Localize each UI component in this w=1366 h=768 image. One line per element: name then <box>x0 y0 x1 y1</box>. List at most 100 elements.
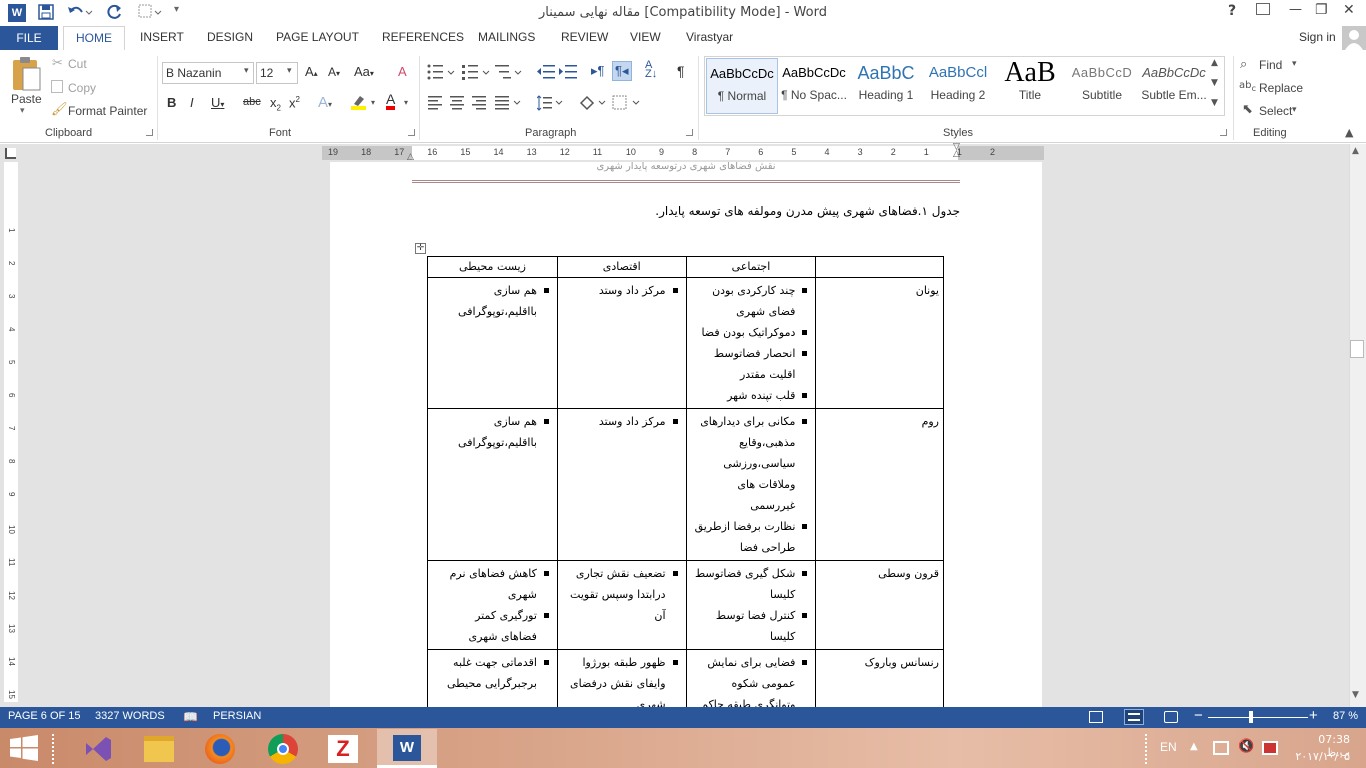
style-subtitle[interactable]: AaBbCcD Subtitle <box>1066 58 1138 114</box>
tab-references[interactable]: REFERENCES <box>382 30 464 44</box>
period-cell[interactable]: رنسانس وباروک <box>815 649 944 707</box>
clipboard-launcher-icon[interactable] <box>146 129 153 136</box>
economic-cell[interactable]: مرکز داد وستد <box>556 277 687 409</box>
style-heading-2[interactable]: AaBbCcl Heading 2 <box>922 58 994 114</box>
highlight-dropdown-icon[interactable]: ▾ <box>371 98 375 107</box>
ltr-direction-icon[interactable]: ▸¶ <box>591 63 605 79</box>
language-indicator[interactable]: PERSIAN <box>213 710 261 722</box>
shading-icon[interactable] <box>578 95 608 111</box>
tab-insert[interactable]: INSERT <box>140 30 184 44</box>
borders-icon[interactable] <box>612 95 642 111</box>
scroll-up-icon[interactable]: ▲ <box>1352 146 1359 156</box>
select-icon[interactable]: ⬉ <box>1242 102 1253 117</box>
environmental-cell[interactable]: هم سازی بااقلیم،توپوگرافی <box>427 408 558 561</box>
social-cell[interactable]: فضایی برای نمایش عمومی شکوه وتوانگری طبقه … <box>685 649 817 707</box>
italic-icon[interactable]: I <box>190 95 194 110</box>
paste-button[interactable]: Paste <box>11 92 42 106</box>
subscript-icon[interactable]: x2 <box>270 95 281 113</box>
close-button[interactable]: ✕ <box>1343 2 1355 18</box>
paragraph-launcher-icon[interactable] <box>686 129 693 136</box>
volume-muted-icon[interactable]: 🔇 <box>1238 739 1254 754</box>
find-icon[interactable]: ⌕ <box>1240 57 1247 72</box>
zoom-slider-thumb[interactable] <box>1248 711 1253 723</box>
styles-more-icon[interactable]: ▼ <box>1211 98 1218 108</box>
style-subtle-emphasis[interactable]: AaBbCcDc Subtle Em... <box>1138 58 1210 114</box>
restore-button[interactable]: ❐ <box>1315 2 1328 18</box>
redo-icon[interactable] <box>107 4 123 20</box>
numbering-icon[interactable] <box>462 64 490 80</box>
clear-formatting-icon[interactable]: A <box>398 64 407 79</box>
economic-cell[interactable]: تضعیف نقش تجاری درابتدا وسپس تقویت آن <box>556 560 687 650</box>
font-color-dropdown-icon[interactable]: ▾ <box>404 98 408 107</box>
align-right-icon[interactable] <box>472 96 488 110</box>
web-layout-icon[interactable] <box>1164 711 1178 723</box>
zoom-in-icon[interactable]: + <box>1309 707 1318 724</box>
customize-qat-icon[interactable]: ▾ <box>174 4 179 15</box>
find-button[interactable]: Find <box>1259 58 1282 72</box>
text-effects-icon[interactable]: A▾ <box>318 94 332 111</box>
tab-page-layout[interactable]: PAGE LAYOUT <box>276 30 359 44</box>
paste-icon[interactable] <box>10 56 42 92</box>
increase-indent-icon[interactable] <box>559 64 577 80</box>
file-explorer-icon[interactable] <box>144 736 174 762</box>
style-no-spacing[interactable]: AaBbCcDc ¶ No Spac... <box>778 58 850 114</box>
social-cell[interactable]: چند کارکردی بودن فضای شهری دموکراتیک بودن … <box>685 277 817 409</box>
economic-cell[interactable]: مرکز داد وستد <box>556 408 687 561</box>
format-painter-icon[interactable]: 🖌 <box>51 102 68 117</box>
collapse-ribbon-icon[interactable]: ▲ <box>1345 126 1353 139</box>
table-icon[interactable] <box>138 4 164 20</box>
print-layout-icon[interactable] <box>1124 709 1144 725</box>
styles-scroll-down-icon[interactable]: ▼ <box>1211 78 1218 88</box>
environmental-cell[interactable]: اقدماتی جهت غلبه برجبرگرایی محیطی <box>427 649 558 707</box>
multilevel-list-icon[interactable] <box>495 64 523 80</box>
copy-icon[interactable] <box>51 80 63 93</box>
line-spacing-icon[interactable] <box>537 95 565 111</box>
font-name-dropdown-icon[interactable]: ▾ <box>244 66 249 76</box>
font-size-dropdown-icon[interactable]: ▾ <box>287 66 292 76</box>
replace-icon[interactable]: abc <box>1239 80 1256 93</box>
header-cell[interactable]: اقتصادی <box>556 256 687 278</box>
clock-date[interactable]: ۲۰۱۷/۱۰/۰۵ <box>1292 750 1350 763</box>
word-count[interactable]: 3327 WORDS <box>95 710 165 722</box>
environmental-cell[interactable]: هم سازی بااقلیم،توپوگرافی <box>427 277 558 409</box>
styles-scroll-up-icon[interactable]: ▲ <box>1211 58 1218 68</box>
decrease-indent-icon[interactable] <box>537 64 555 80</box>
bold-icon[interactable]: B <box>167 95 176 110</box>
format-painter-button[interactable]: Format Painter <box>68 104 147 118</box>
table-move-handle-icon[interactable]: ✛ <box>415 243 426 254</box>
align-center-icon[interactable] <box>450 96 466 110</box>
shrink-font-icon[interactable]: A▾ <box>328 65 340 79</box>
firefox-icon[interactable] <box>205 734 235 764</box>
read-mode-icon[interactable] <box>1089 711 1103 723</box>
period-cell[interactable]: روم <box>815 408 944 561</box>
page-count[interactable]: PAGE 6 OF 15 <box>8 710 81 722</box>
vertical-scrollbar[interactable] <box>1349 144 1366 707</box>
cut-button[interactable]: Cut <box>68 57 87 71</box>
bullets-icon[interactable] <box>427 64 455 80</box>
left-indent-marker-icon[interactable]: △ <box>407 152 414 162</box>
social-cell[interactable]: شکل گیری فضاتوسط کلیسا کنترل فضا توسط کلیسا <box>685 560 817 650</box>
tab-selector-icon[interactable] <box>5 148 16 159</box>
chrome-icon[interactable] <box>268 734 298 764</box>
find-dropdown-icon[interactable]: ▾ <box>1292 59 1297 69</box>
align-left-icon[interactable] <box>428 96 444 110</box>
tab-home[interactable]: HOME <box>63 26 125 51</box>
header-cell[interactable]: زیست محیطی <box>427 256 558 278</box>
app-z-icon[interactable]: Z <box>328 735 358 763</box>
tab-design[interactable]: DESIGN <box>207 30 253 44</box>
urban-spaces-table[interactable]: اجتماعی اقتصادی زیست محیطی یونان چند کارک… <box>427 256 944 707</box>
select-button[interactable]: Select <box>1259 104 1292 118</box>
proofing-icon[interactable]: 📖 <box>183 710 198 724</box>
grow-font-icon[interactable]: A▴ <box>305 64 318 79</box>
tab-virastyar[interactable]: Virastyar <box>686 30 733 44</box>
minimize-button[interactable]: — <box>1289 2 1302 17</box>
header-cell[interactable] <box>815 256 944 278</box>
rtl-direction-icon[interactable]: ¶◂ <box>612 61 632 81</box>
font-name-combo[interactable]: B Nazanin <box>162 62 254 84</box>
justify-icon[interactable] <box>495 96 523 110</box>
styles-launcher-icon[interactable] <box>1220 129 1227 136</box>
environmental-cell[interactable]: کاهش فضاهای نرم شهری تورگیری کمتر فضاهای شه… <box>427 560 558 650</box>
avatar[interactable] <box>1342 26 1366 50</box>
style-normal[interactable]: AaBbCcDc ¶ Normal <box>706 58 778 114</box>
word-logo-icon[interactable]: W <box>8 4 26 22</box>
